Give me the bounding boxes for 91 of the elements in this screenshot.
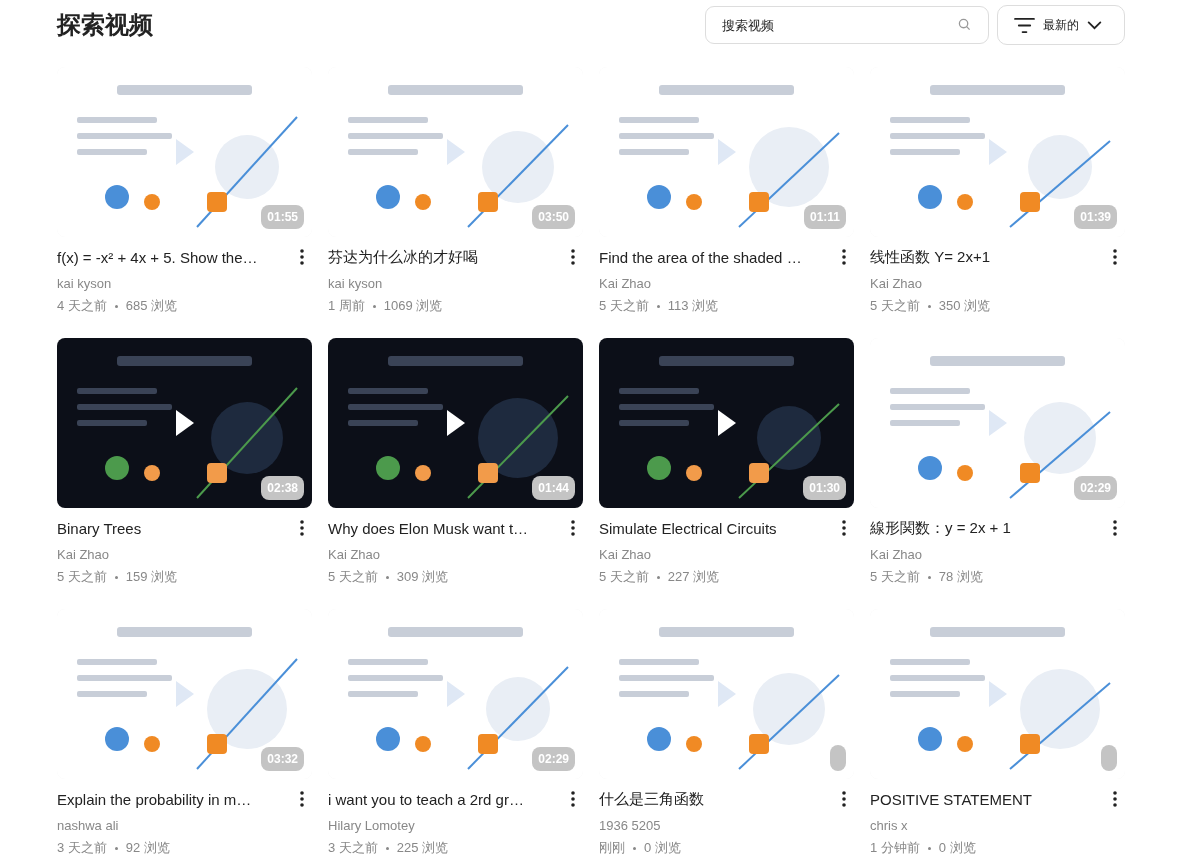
- author-name[interactable]: Kai Zhao: [599, 547, 854, 562]
- video-title[interactable]: Binary Trees: [57, 519, 142, 537]
- author-name[interactable]: Kai Zhao: [328, 547, 583, 562]
- upload-time: 1 周前: [328, 297, 365, 315]
- chevron-icon: [1087, 20, 1102, 30]
- video-title[interactable]: i want you to teach a 2rd gr…: [328, 790, 524, 808]
- duration-badge: 01:44: [532, 476, 575, 500]
- view-count: 113 浏览: [667, 297, 719, 315]
- author-name[interactable]: Kai Zhao: [870, 547, 1125, 562]
- upload-time: 5 天之前: [328, 568, 378, 586]
- duration-badge: 01:55: [261, 205, 304, 229]
- video-title[interactable]: 線形関数：y = 2x + 1: [870, 518, 1011, 538]
- duration-badge: 01:30: [803, 476, 846, 500]
- author-name[interactable]: Kai Zhao: [870, 276, 1125, 291]
- more-icon: [300, 249, 304, 265]
- upload-time: 4 天之前: [57, 297, 107, 315]
- duration-badge: 01:39: [1074, 205, 1117, 229]
- search-field[interactable]: 搜索视频: [705, 6, 989, 44]
- more-icon: [300, 520, 304, 536]
- more-icon: [1113, 520, 1117, 536]
- upload-time: 5 天之前: [599, 568, 649, 586]
- filter-icon: [1014, 16, 1035, 34]
- view-count: 159 浏览: [125, 568, 178, 586]
- author-name[interactable]: kai kyson: [57, 276, 312, 291]
- upload-time: 1 分钟前: [870, 839, 920, 857]
- more-icon: [842, 520, 846, 536]
- search-icon: [958, 18, 971, 31]
- sort-dropdown[interactable]: 最新的: [997, 5, 1125, 45]
- play-icon[interactable]: [718, 410, 736, 436]
- more-icon: [842, 791, 846, 807]
- upload-time: 3 天之前: [328, 839, 378, 857]
- more-icon: [842, 249, 846, 265]
- separator-dot: [656, 304, 660, 308]
- view-count: 225 浏览: [396, 839, 449, 857]
- author-name[interactable]: Hilary Lomotey: [328, 818, 583, 833]
- upload-time: 5 天之前: [599, 297, 649, 315]
- view-count: 1069 浏览: [383, 297, 443, 315]
- separator-dot: [385, 846, 389, 850]
- author-name[interactable]: chris x: [870, 818, 1125, 833]
- video-title[interactable]: Why does Elon Musk want t…: [328, 519, 529, 537]
- more-icon: [571, 791, 575, 807]
- play-icon[interactable]: [447, 410, 465, 436]
- separator-dot: [114, 846, 118, 850]
- view-count: 0 浏览: [644, 839, 681, 857]
- view-count: 78 浏览: [938, 568, 983, 586]
- view-count: 92 浏览: [125, 839, 170, 857]
- separator-dot: [656, 575, 660, 579]
- separator-dot: [114, 575, 118, 579]
- video-title[interactable]: Simulate Electrical Circuits: [599, 519, 777, 537]
- separator-dot: [927, 304, 931, 308]
- separator-dot: [114, 304, 118, 308]
- duration-badge: 03:32: [261, 747, 304, 771]
- separator-dot: [927, 846, 931, 850]
- page-title: 探索视频: [57, 10, 153, 40]
- upload-time: 3 天之前: [57, 839, 107, 857]
- more-icon: [1113, 249, 1117, 265]
- author-name[interactable]: nashwa ali: [57, 818, 312, 833]
- view-count: 309 浏览: [396, 568, 449, 586]
- author-name[interactable]: 1936 5205: [599, 818, 854, 833]
- duration-badge: 02:29: [532, 747, 575, 771]
- upload-time: 5 天之前: [870, 568, 920, 586]
- author-name[interactable]: Kai Zhao: [57, 547, 312, 562]
- video-title[interactable]: Explain the probability in m…: [57, 790, 252, 808]
- duration-badge: 01:11: [803, 205, 846, 229]
- video-title[interactable]: f(x) = -x² + 4x + 5. Show the…: [57, 248, 258, 266]
- more-icon: [571, 520, 575, 536]
- more-icon: [300, 791, 304, 807]
- separator-dot: [927, 575, 931, 579]
- upload-time: 5 天之前: [57, 568, 107, 586]
- video-title[interactable]: POSITIVE STATEMENT: [870, 790, 1032, 808]
- view-count: 227 浏览: [667, 568, 720, 586]
- author-name[interactable]: kai kyson: [328, 276, 583, 291]
- upload-time: 刚刚: [599, 839, 625, 857]
- upload-time: 5 天之前: [870, 297, 920, 315]
- duration-badge: 03:50: [532, 205, 575, 229]
- view-count: 685 浏览: [125, 297, 178, 315]
- play-icon[interactable]: [176, 410, 194, 436]
- view-count: 0 浏览: [938, 839, 976, 857]
- separator-dot: [633, 846, 636, 850]
- duration-badge: 02:29: [1074, 476, 1117, 500]
- duration-badge: 02:38: [261, 476, 304, 500]
- more-icon: [1113, 791, 1117, 807]
- separator-dot: [385, 575, 389, 579]
- view-count: 350 浏览: [938, 297, 991, 315]
- author-name[interactable]: Kai Zhao: [599, 276, 854, 291]
- video-title[interactable]: 线性函数 Y= 2x+1: [870, 247, 991, 267]
- video-title[interactable]: 芬达为什么冰的才好喝: [328, 247, 478, 267]
- video-title[interactable]: 什么是三角函数: [599, 789, 704, 809]
- video-title[interactable]: Find the area of the shaded …: [599, 248, 802, 266]
- more-icon: [571, 249, 575, 265]
- separator-dot: [372, 304, 376, 308]
